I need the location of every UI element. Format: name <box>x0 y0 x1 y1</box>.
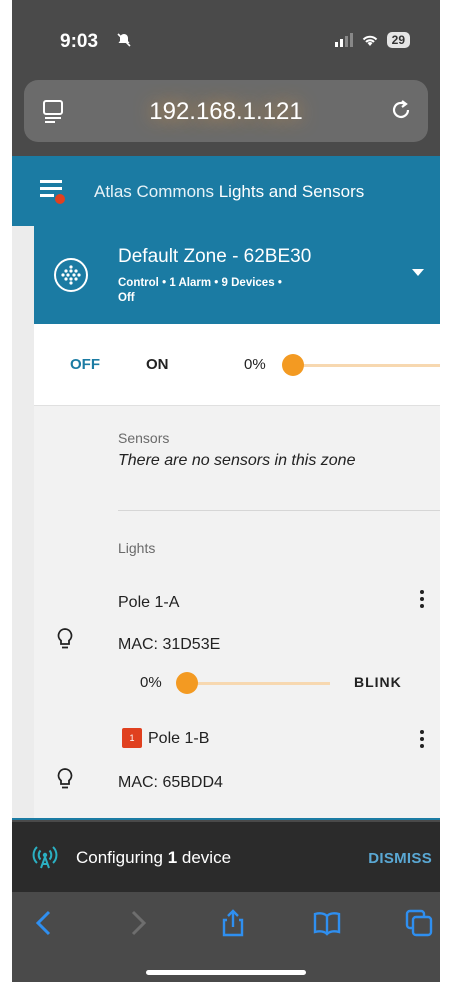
forward-icon[interactable] <box>122 908 152 938</box>
snackbar: Configuring 1 device DISMISS <box>12 822 440 892</box>
sensors-label: Sensors <box>118 430 170 446</box>
silent-bell-icon <box>116 32 132 52</box>
more-vert-icon[interactable] <box>420 730 424 748</box>
off-button[interactable]: OFF <box>70 356 100 373</box>
share-icon[interactable] <box>218 908 248 938</box>
hamburger-menu-icon[interactable] <box>40 180 70 206</box>
reload-icon[interactable] <box>388 97 414 123</box>
zone-title: Default Zone - 62BE30 <box>118 246 312 267</box>
light-mac: MAC: 31D53E <box>118 636 221 653</box>
section-divider <box>118 510 440 511</box>
light-name: Pole 1-B <box>148 730 210 747</box>
on-button[interactable]: ON <box>146 356 169 373</box>
status-bar: 9:03 29 <box>12 0 440 76</box>
dismiss-button[interactable]: DISMISS <box>368 850 432 867</box>
light-mac: MAC: 65BDD4 <box>118 774 223 791</box>
wifi-icon <box>362 35 377 46</box>
app-header: Atlas Commons Lights and Sensors <box>12 156 440 226</box>
zone-control-row: OFF ON 0% <box>34 324 440 406</box>
zone-header[interactable]: Default Zone - 62BE30 Control • 1 Alarm … <box>34 226 440 324</box>
browser-toolbar <box>12 892 440 982</box>
lights-label: Lights <box>118 540 156 556</box>
cellular-signal-icon <box>334 33 353 47</box>
tabs-icon[interactable] <box>404 908 434 938</box>
alarm-badge[interactable]: 1 <box>122 728 142 748</box>
status-icons: 29 <box>334 32 410 48</box>
light-name: Pole 1-A <box>118 594 180 611</box>
sensors-empty-text: There are no sensors in this zone <box>118 452 356 469</box>
snackbar-message: Configuring 1 device <box>76 848 232 867</box>
zone-level-slider[interactable] <box>292 364 440 367</box>
light-level-slider-thumb[interactable] <box>176 672 198 694</box>
light-level-text: 0% <box>140 674 162 691</box>
lightbulb-icon <box>57 768 73 789</box>
progress-stripe <box>12 818 440 820</box>
url-address[interactable]: 192.168.1.121 <box>24 98 428 126</box>
battery-icon: 29 <box>386 32 410 48</box>
zone-level-slider-thumb[interactable] <box>282 354 304 376</box>
web-content: Atlas Commons Lights and Sensors Default… <box>12 156 440 820</box>
notification-dot <box>54 193 66 205</box>
more-vert-icon[interactable] <box>420 590 424 608</box>
app-title: Atlas Commons Lights and Sensors <box>94 182 365 201</box>
zone-level-text: 0% <box>244 356 266 373</box>
blink-button[interactable]: BLINK <box>354 674 402 690</box>
light-level-slider[interactable] <box>188 682 330 685</box>
back-icon[interactable] <box>30 908 60 938</box>
lightbulb-icon <box>57 628 73 649</box>
zone-meta: Control • 1 Alarm • 9 Devices • Off <box>118 277 282 304</box>
home-indicator <box>146 970 306 975</box>
bookmarks-icon[interactable] <box>312 908 342 938</box>
status-time: 9:03 <box>60 31 99 52</box>
broadcast-icon <box>32 846 58 869</box>
chevron-down-icon[interactable] <box>412 269 424 276</box>
zone-card: Default Zone - 62BE30 Control • 1 Alarm … <box>34 226 440 820</box>
zone-grid-icon <box>54 258 88 292</box>
url-bar[interactable]: 192.168.1.121 <box>24 80 428 142</box>
phone-frame: 9:03 29 192.168.1.121 Atlas Commons Ligh… <box>12 0 440 982</box>
